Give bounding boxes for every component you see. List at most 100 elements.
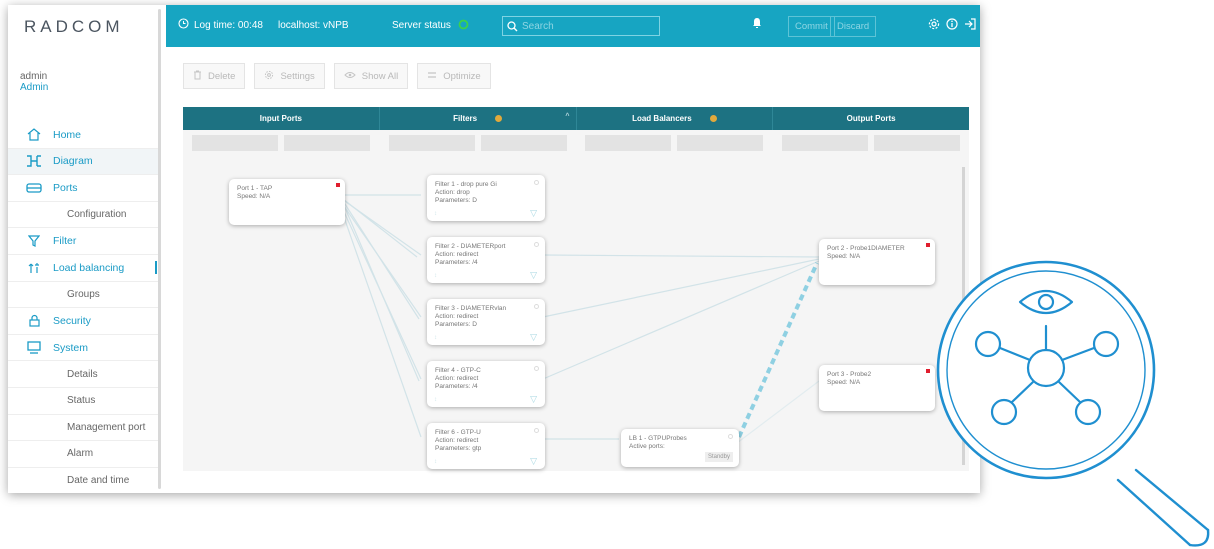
filter-icon: ▽ — [530, 208, 537, 218]
diagram-icon — [25, 154, 43, 168]
sidebar-item-management-port[interactable]: Management port — [8, 415, 158, 442]
user-info[interactable]: admin Admin — [20, 71, 48, 93]
sidebar-item-label: Configuration — [67, 209, 127, 221]
sidebar-item-status[interactable]: Status — [8, 388, 158, 415]
sidebar-item-filter[interactable]: Filter — [8, 228, 158, 255]
sidebar-item-system[interactable]: System — [8, 335, 158, 362]
trash-icon — [193, 70, 202, 83]
standby-badge: Standby — [704, 452, 733, 462]
sidebar-item-label: Alarm — [67, 448, 94, 460]
node-title: Filter 4 - GTP-C — [435, 367, 481, 374]
node-title: Filter 2 - DIAMETERport — [435, 243, 506, 250]
node-lb1[interactable]: LB 1 - GTPUProbes Active ports: Standby — [621, 429, 739, 467]
sidebar-scrollbar[interactable] — [158, 9, 161, 489]
node-line: Parameters: /4 — [435, 259, 478, 266]
gear-icon[interactable] — [928, 18, 940, 33]
link-port1-filter6 — [338, 202, 422, 438]
handle-icon[interactable]: ↕ — [434, 334, 437, 342]
node-line: Speed: N/A — [237, 193, 271, 200]
node-filter4[interactable]: Filter 4 - GTP-C Action: redirect Parame… — [427, 361, 545, 407]
sidebar-item-load-balancing[interactable]: Load balancing — [8, 255, 158, 282]
settings-label: Settings — [280, 70, 315, 82]
sidebar-item-label: Load balancing — [53, 261, 125, 274]
sidebar-item-details[interactable]: Details — [8, 361, 158, 388]
active-indicator — [155, 260, 157, 274]
magnifier-handle-end — [1188, 528, 1210, 547]
node-title: Port 1 - TAP — [237, 185, 273, 192]
sidebar-item-home[interactable]: Home — [8, 122, 158, 149]
search-box[interactable] — [502, 16, 660, 36]
sidebar-item-label: Diagram — [53, 155, 93, 168]
node-filter1[interactable]: Filter 1 - drop pure Gi Action: drop Par… — [427, 175, 545, 221]
node-filter2[interactable]: Filter 2 - DIAMETERport Action: redirect… — [427, 237, 545, 283]
sidebar-item-diagram[interactable]: Diagram — [8, 148, 158, 176]
sidebar-item-label: Groups — [67, 288, 100, 300]
sidebar-item-label: Date and time — [67, 475, 130, 487]
node-port1[interactable]: Port 1 - TAP Speed: N/A — [229, 179, 345, 225]
search-icon — [507, 20, 518, 32]
filter-icon: ▽ — [530, 456, 537, 466]
sidebar-item-security[interactable]: Security — [8, 308, 158, 335]
node-line: Action: redirect — [435, 251, 479, 258]
align-icon — [427, 71, 437, 82]
node-line: Speed: N/A — [827, 379, 861, 386]
sidebar-item-label: System — [53, 341, 89, 354]
sidebar-nav: Home Diagram Ports Configuration Filter … — [8, 122, 158, 493]
host-name: localhost: vNPB — [278, 20, 349, 31]
handle-icon[interactable]: ↕ — [434, 458, 437, 466]
clock-icon — [178, 18, 189, 32]
sidebar-item-groups[interactable]: Groups — [8, 282, 158, 309]
node-filter6[interactable]: Filter 6 - GTP-U Action: redirect Parame… — [427, 423, 545, 469]
optimize-button[interactable]: Optimize — [417, 63, 491, 89]
node-line: Parameters: /4 — [435, 383, 478, 390]
commit-button[interactable]: Commit — [788, 16, 835, 37]
lock-icon — [25, 314, 43, 328]
status-circle-icon — [534, 428, 539, 433]
settings-button[interactable]: Settings — [254, 63, 325, 89]
node-port2[interactable]: Port 2 - Probe1DIAMETER Speed: N/A — [819, 239, 935, 285]
diagram-toolbar: Delete Settings Show All Optimize — [183, 63, 491, 91]
node-line: Action: redirect — [435, 313, 479, 320]
handle-icon[interactable]: ↕ — [434, 272, 437, 280]
filter-icon: ▽ — [530, 394, 537, 404]
status-circle-icon — [534, 180, 539, 185]
sidebar-item-label: Filter — [53, 235, 77, 248]
show-all-label: Show All — [361, 70, 399, 82]
server-status-label: Server status — [392, 20, 451, 31]
gear-icon — [264, 70, 274, 83]
sidebar-item-label: Details — [67, 368, 98, 380]
delete-button[interactable]: Delete — [183, 63, 246, 89]
link-port1-filter4-b — [342, 202, 420, 382]
eye-icon — [344, 71, 356, 82]
node-filter3[interactable]: Filter 3 - DIAMETERvlan Action: redirect… — [427, 299, 545, 345]
filter-icon: ▽ — [530, 270, 537, 280]
diagram-scrollbar[interactable] — [962, 167, 965, 465]
sidebar-item-alarm[interactable]: Alarm — [8, 441, 158, 468]
handle-icon[interactable]: ↕ — [434, 210, 437, 218]
sidebar-item-label: Management port — [67, 421, 146, 433]
sidebar-item-configuration[interactable]: Configuration — [8, 202, 158, 229]
node-line: Action: drop — [435, 189, 470, 196]
info-icon[interactable] — [946, 18, 958, 33]
node-line: Parameters: D — [435, 197, 477, 204]
sidebar-item-label: Home — [53, 128, 82, 141]
user-name: admin — [20, 71, 48, 82]
show-all-button[interactable]: Show All — [333, 63, 409, 89]
search-input[interactable] — [522, 20, 652, 32]
standby-link-lb1-port2 — [737, 262, 819, 438]
sidebar-item-date-time[interactable]: Date and time — [8, 468, 158, 493]
logout-icon[interactable] — [964, 18, 976, 33]
discard-button[interactable]: Discard — [830, 16, 877, 37]
node-port3[interactable]: Port 3 - Probe2 Speed: N/A — [819, 365, 935, 411]
sidebar-item-ports[interactable]: Ports — [8, 175, 158, 202]
handle-icon[interactable]: ↕ — [434, 396, 437, 404]
alert-indicator — [336, 183, 340, 187]
sidebar: RADCOM admin Admin Home Diagram Ports Co… — [8, 5, 166, 493]
radcom-logo: RADCOM — [24, 17, 124, 36]
bell-icon[interactable] — [752, 17, 762, 32]
log-time: Log time: 00:48 — [194, 20, 263, 31]
filter-icon: ▽ — [530, 332, 537, 342]
optimize-label: Optimize — [443, 70, 481, 82]
sidebar-item-label: Status — [67, 395, 96, 407]
alert-indicator — [926, 243, 930, 247]
